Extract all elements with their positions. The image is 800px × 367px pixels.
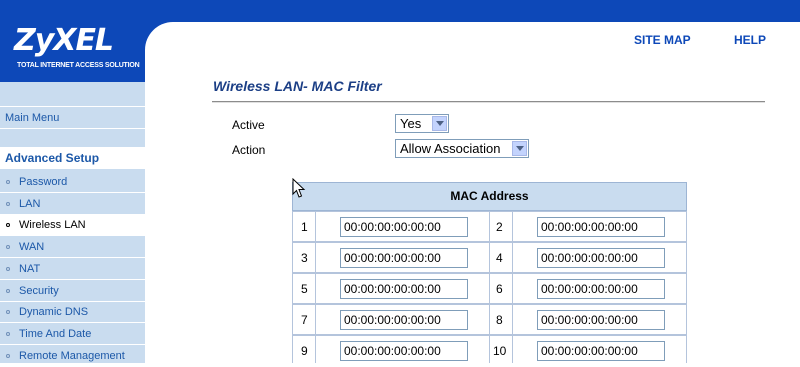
entry-number: 8 (496, 313, 503, 327)
mac-address-input[interactable]: 00:00:00:00:00:00 (340, 217, 468, 237)
bullet-icon (6, 354, 10, 358)
entry-number: 4 (496, 251, 503, 265)
mac-table-header: MAC Address (292, 182, 687, 211)
logo-tagline: TOTAL INTERNET ACCESS SOLUTION (17, 62, 140, 69)
sidebar-item-label: Dynamic DNS (19, 306, 89, 318)
page-title: Wireless LAN- MAC Filter (213, 78, 382, 94)
mac-address-input[interactable]: 00:00:00:00:00:00 (340, 310, 468, 330)
mac-address-input[interactable]: 00:00:00:00:00:00 (340, 279, 468, 299)
action-label: Action (232, 143, 266, 157)
sidebar-item-wan[interactable]: WAN (0, 237, 145, 258)
sidebar-item-label: Time And Date (19, 328, 92, 340)
sidebar-item-label: NAT (19, 263, 41, 275)
sidebar-section-label: Advanced Setup (5, 151, 100, 165)
sidebar-item-lan[interactable]: LAN (0, 194, 145, 215)
sidebar-item-dynamic-dns[interactable]: Dynamic DNS (0, 302, 145, 323)
table-row: 5 00:00:00:00:00:00 6 00:00:00:00:00:00 (292, 273, 687, 304)
site-map-link[interactable]: SITE MAP (634, 33, 691, 47)
zyxel-logo: ZyXEL TOTAL INTERNET ACCESS SOLUTION (0, 0, 145, 82)
sidebar-item-nat[interactable]: NAT (0, 259, 145, 280)
sidebar-item-time-and-date[interactable]: Time And Date (0, 324, 145, 345)
sidebar-item-label: Remote Management (19, 350, 125, 362)
bullet-icon (6, 267, 10, 271)
sidebar-item-security[interactable]: Security (0, 281, 145, 302)
mac-address-input[interactable]: 00:00:00:00:00:00 (537, 217, 665, 237)
bullet-icon (6, 310, 10, 314)
bullet-icon (6, 245, 10, 249)
chevron-down-icon[interactable] (432, 116, 447, 131)
sidebar-item-label: WAN (19, 241, 45, 253)
bullet-icon (6, 223, 10, 227)
mac-address-table: MAC Address 1 00:00:00:00:00:00 2 00:00:… (292, 182, 687, 363)
table-row: 3 00:00:00:00:00:00 4 00:00:00:00:00:00 (292, 242, 687, 273)
sidebar-item-label: LAN (19, 198, 41, 210)
chevron-down-icon[interactable] (512, 141, 527, 156)
sidebar-item-remote-management[interactable]: Remote Management (0, 346, 145, 367)
sidebar-item-wireless-lan[interactable]: Wireless LAN (0, 215, 145, 236)
bullet-icon (6, 289, 10, 293)
mac-address-input[interactable]: 00:00:00:00:00:00 (537, 341, 665, 361)
sidebar-item-label: Wireless LAN (19, 219, 86, 231)
bullet-icon (6, 202, 10, 206)
table-row: 9 00:00:00:00:00:00 10 00:00:00:00:00:00 (292, 335, 687, 363)
entry-number: 3 (301, 251, 308, 265)
sidebar: Main Menu Advanced Setup Password LAN Wi… (0, 82, 145, 367)
entry-number: 5 (301, 282, 308, 296)
bullet-icon (6, 180, 10, 184)
table-row: 7 00:00:00:00:00:00 8 00:00:00:00:00:00 (292, 304, 687, 335)
entry-number: 6 (496, 282, 503, 296)
sidebar-item-label: Security (19, 285, 59, 297)
title-divider (212, 101, 765, 103)
sidebar-item-label: Password (19, 176, 68, 188)
action-select[interactable]: Allow Association (395, 139, 529, 158)
entry-number: 7 (301, 313, 308, 327)
mac-address-input[interactable]: 00:00:00:00:00:00 (537, 279, 665, 299)
entry-number: 10 (493, 344, 507, 358)
active-select-value: Yes (400, 116, 422, 131)
mac-address-input[interactable]: 00:00:00:00:00:00 (537, 248, 665, 268)
active-label: Active (232, 118, 265, 132)
mac-address-input[interactable]: 00:00:00:00:00:00 (537, 310, 665, 330)
mac-address-input[interactable]: 00:00:00:00:00:00 (340, 341, 468, 361)
entry-number: 9 (301, 344, 308, 358)
sidebar-section-advanced-setup: Advanced Setup (0, 147, 145, 169)
action-select-value: Allow Association (400, 141, 501, 156)
mac-address-input[interactable]: 00:00:00:00:00:00 (340, 248, 468, 268)
entry-number: 2 (496, 220, 503, 234)
sidebar-item-password[interactable]: Password (0, 172, 145, 193)
help-link[interactable]: HELP (734, 33, 766, 47)
mouse-cursor-icon (292, 178, 306, 198)
active-select[interactable]: Yes (395, 114, 449, 133)
logo-text: ZyXEL (14, 23, 114, 58)
sidebar-main-menu[interactable]: Main Menu (0, 106, 145, 129)
bullet-icon (6, 332, 10, 336)
sidebar-main-menu-label: Main Menu (5, 112, 60, 124)
entry-number: 1 (301, 220, 308, 234)
table-row: 1 00:00:00:00:00:00 2 00:00:00:00:00:00 (292, 211, 687, 242)
